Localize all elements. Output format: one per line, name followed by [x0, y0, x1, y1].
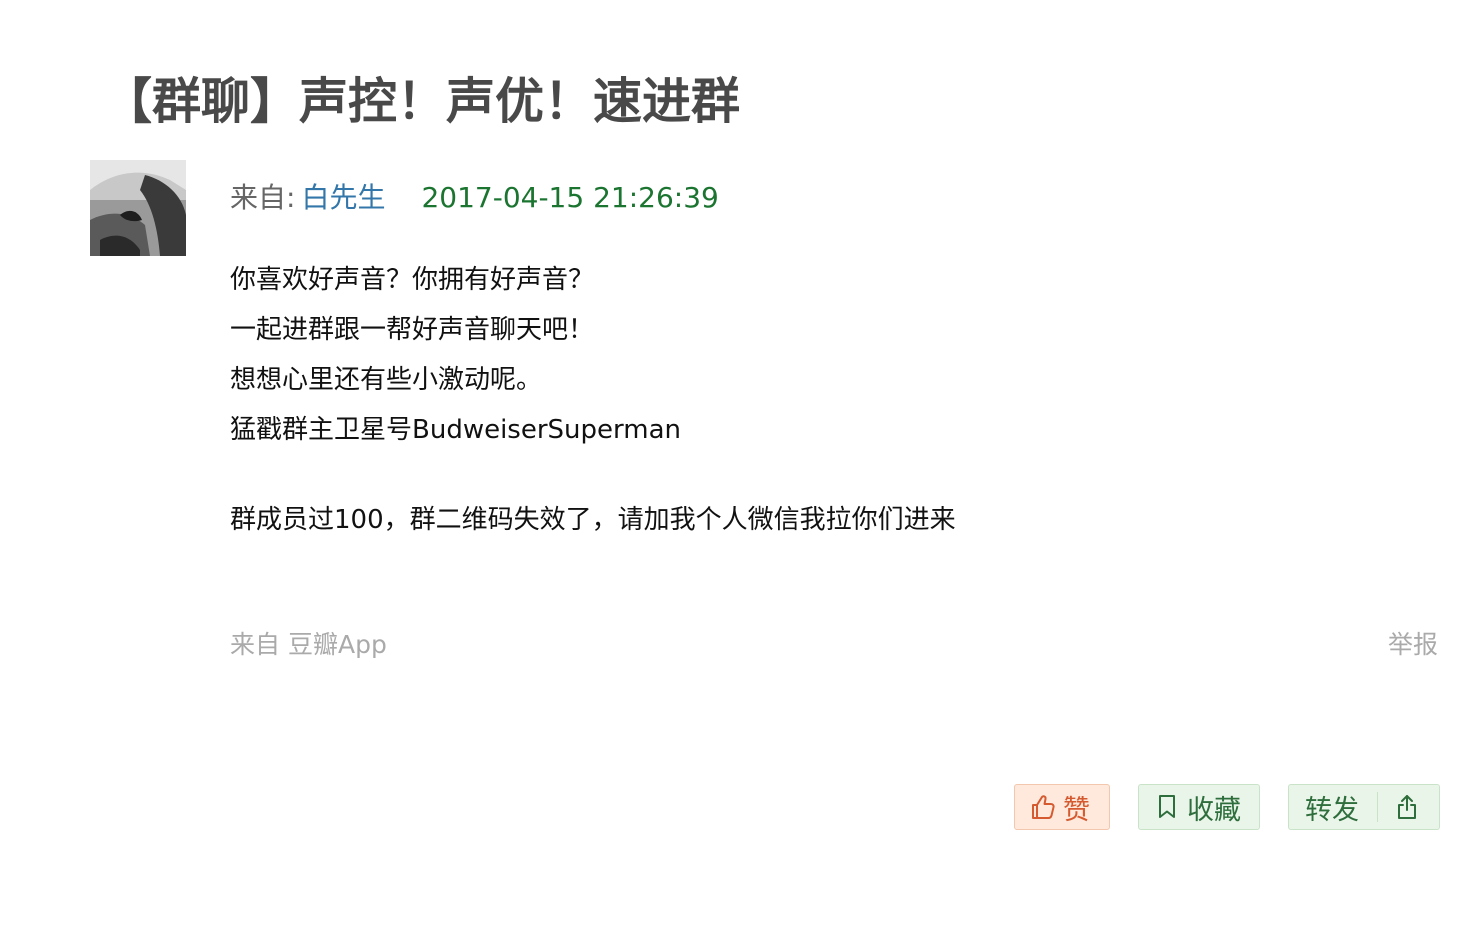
thumbs-up-icon: [1032, 795, 1055, 819]
like-button[interactable]: 赞: [1014, 784, 1110, 830]
like-label: 赞: [1063, 794, 1090, 826]
post-source: 来自 豆瓣App: [230, 625, 387, 665]
post-content: 你喜欢好声音？你拥有好声音？ 一起进群跟一帮好声音聊天吧！ 想想心里还有些小激动…: [230, 255, 1380, 545]
from-label: 来自:: [230, 181, 296, 214]
source-prefix: 来自: [230, 630, 281, 659]
author-link[interactable]: 白先生: [301, 181, 385, 214]
post-meta: 来自: 白先生 2017-04-15 21:26:39: [230, 178, 719, 218]
share-button[interactable]: 转发: [1288, 784, 1440, 830]
content-line: 你喜欢好声音？你拥有好声音？: [230, 265, 595, 295]
post-timestamp: 2017-04-15 21:26:39: [421, 181, 719, 214]
content-line: 一起进群跟一帮好声音聊天吧！: [230, 315, 595, 345]
content-line: 猛戳群主卫星号BudweiserSuperman: [230, 415, 681, 445]
share-divider: [1377, 792, 1378, 822]
share-label: 转发: [1305, 794, 1359, 826]
report-link[interactable]: 举报: [1388, 625, 1438, 665]
share-export-icon[interactable]: [1396, 794, 1418, 820]
collect-button[interactable]: 收藏: [1138, 784, 1260, 830]
author-avatar[interactable]: [90, 160, 186, 256]
bookmark-icon: [1159, 795, 1175, 818]
source-app-link[interactable]: 豆瓣App: [288, 630, 387, 659]
collect-label: 收藏: [1187, 794, 1241, 826]
content-line: 群成员过100，群二维码失效了，请加我个人微信我拉你们进来: [230, 505, 956, 535]
content-line: 想想心里还有些小激动呢。: [230, 365, 543, 395]
post-title: 【群聊】声控！声优！速进群: [103, 73, 741, 130]
